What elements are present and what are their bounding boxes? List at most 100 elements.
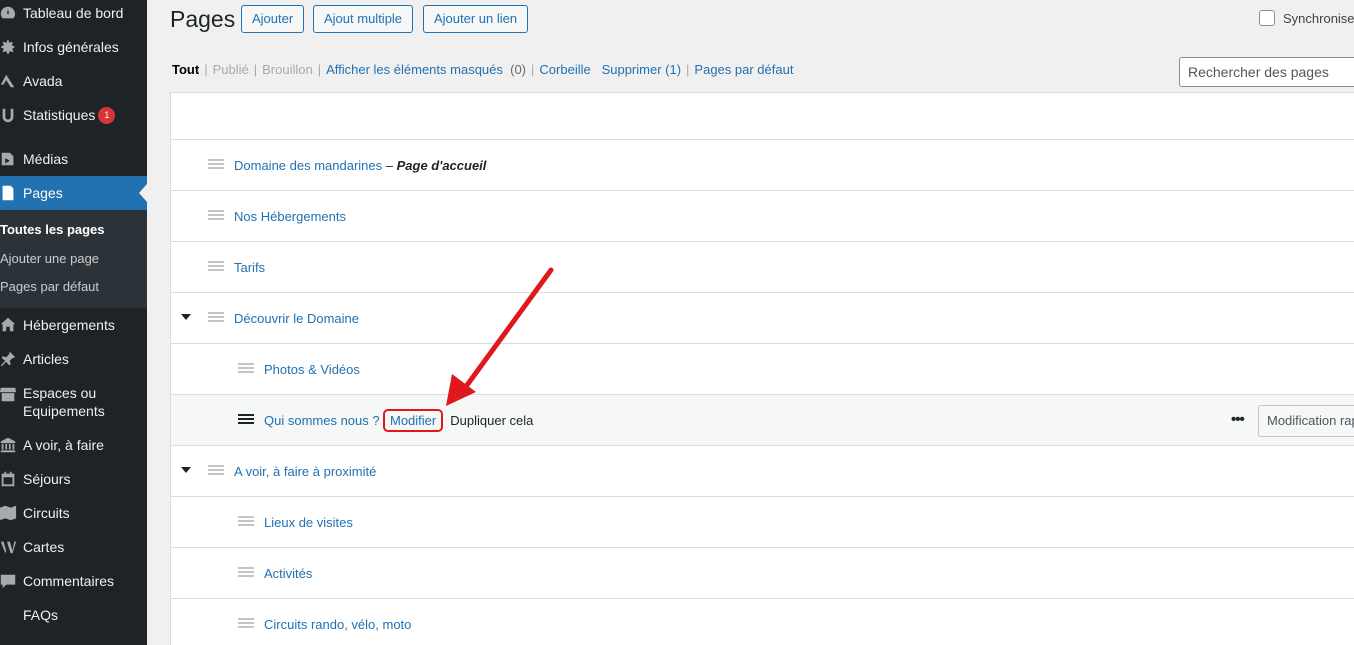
menu-label: FAQs: [23, 606, 59, 623]
drag-handle-icon[interactable]: [238, 414, 254, 424]
page-state: Page d'accueil: [396, 157, 487, 173]
drag-handle-icon[interactable]: [238, 618, 254, 628]
page-title-link[interactable]: Activités: [264, 566, 312, 581]
quick-edit-button[interactable]: Modification rapide: [1258, 405, 1354, 437]
drag-handle-icon[interactable]: [208, 312, 224, 322]
stats-icon: [0, 105, 18, 125]
menu-faqs[interactable]: FAQs: [0, 598, 147, 632]
page-title: Pages: [170, 6, 236, 32]
menu-label: Hébergements: [23, 316, 115, 333]
page-icon: [0, 183, 18, 203]
menu-sejours[interactable]: Séjours: [0, 462, 147, 496]
menu-infos-generales[interactable]: Infos générales: [0, 30, 147, 64]
filter-published[interactable]: Publié: [213, 62, 249, 77]
submenu-pages-par-defaut[interactable]: Pages par défaut: [0, 273, 147, 302]
table-row: Photos & Vidéos: [171, 344, 1354, 395]
menu-hebergements[interactable]: Hébergements: [0, 308, 147, 342]
notification-badge: 1: [98, 106, 116, 124]
home-icon: [0, 315, 18, 335]
table-row: Activités: [171, 548, 1354, 599]
table-row: A voir, à faire à proximité: [171, 446, 1354, 497]
store-icon: [0, 384, 18, 404]
page-title-link[interactable]: Photos & Vidéos: [264, 362, 360, 377]
menu-label: Commentaires: [23, 572, 115, 589]
drag-handle-icon[interactable]: [238, 567, 254, 577]
menu-avada[interactable]: Avada: [0, 64, 147, 98]
table-row: Circuits rando, vélo, moto: [171, 599, 1354, 645]
edit-link[interactable]: Modifier: [383, 408, 444, 432]
table-row: Nos Hébergements: [171, 191, 1354, 242]
admin-sidebar: Tableau de bord Infos générales Avada St…: [0, 0, 147, 645]
table-row: Domaine des mandarines – Page d'accueil: [171, 140, 1354, 191]
drag-handle-icon[interactable]: [208, 159, 224, 169]
menu-statistiques[interactable]: Statistiques 1: [0, 98, 147, 132]
pages-table: Domaine des mandarines – Page d'accueil …: [170, 92, 1354, 645]
filter-draft[interactable]: Brouillon: [262, 62, 313, 77]
menu-label: Cartes: [23, 538, 65, 555]
menu-label: Circuits: [23, 504, 70, 521]
page-title-link[interactable]: Qui sommes nous ?: [264, 413, 380, 428]
collapse-toggle-icon[interactable]: [181, 467, 191, 473]
menu-a-voir[interactable]: A voir, à faire: [0, 428, 147, 462]
menu-label: Médias: [23, 151, 69, 167]
sync-toggle[interactable]: Synchroniser: [1259, 10, 1354, 26]
submenu-ajouter-une-page[interactable]: Ajouter une page: [0, 245, 147, 274]
menu-commentaires[interactable]: Commentaires: [0, 564, 147, 598]
gear-icon: [0, 37, 18, 57]
calendar-icon: [0, 469, 18, 489]
page-title-link[interactable]: Domaine des mandarines – Page d'accueil: [234, 158, 486, 173]
menu-label: A voir, à faire: [23, 436, 104, 453]
more-actions-icon[interactable]: •••: [1231, 411, 1245, 428]
duplicate-link[interactable]: Dupliquer cela: [450, 413, 533, 428]
row-actions: Modifier Dupliquer cela: [383, 408, 533, 432]
menu-tableau-de-bord[interactable]: Tableau de bord: [0, 0, 147, 30]
filter-hidden[interactable]: Afficher les éléments masqués: [326, 62, 503, 77]
status-filters: Tout | Publié | Brouillon | Afficher les éléme…: [172, 62, 794, 77]
filter-delete[interactable]: Supprimer (1): [602, 62, 681, 77]
search-input[interactable]: [1179, 57, 1354, 87]
table-row: Lieux de visites: [171, 497, 1354, 548]
add-page-button[interactable]: Ajouter: [241, 5, 305, 33]
menu-espaces[interactable]: Espaces ou Equipements: [0, 376, 147, 428]
page-title-link[interactable]: Tarifs: [234, 260, 265, 275]
main-content: Pages Ajouter Ajout multiple Ajouter un …: [147, 0, 1354, 645]
sync-label: Synchroniser: [1283, 10, 1354, 26]
drag-handle-icon[interactable]: [238, 363, 254, 373]
drag-handle-icon[interactable]: [208, 261, 224, 271]
filter-trash[interactable]: Corbeille: [539, 62, 590, 77]
drag-handle-icon[interactable]: [208, 210, 224, 220]
pin-icon: [0, 349, 18, 369]
menu-label: Statistiques: [23, 107, 96, 123]
collapse-toggle-icon[interactable]: [181, 314, 191, 320]
drag-handle-icon[interactable]: [208, 465, 224, 475]
filter-all[interactable]: Tout: [172, 62, 199, 77]
faq-icon: [0, 605, 18, 625]
comment-icon: [0, 571, 18, 591]
page-title-link[interactable]: Découvrir le Domaine: [234, 311, 359, 326]
menu-label: Articles: [23, 350, 69, 367]
menu-circuits[interactable]: Circuits: [0, 496, 147, 530]
table-row-hovered: Qui sommes nous ? Modifier Dupliquer cel…: [171, 395, 1354, 446]
filter-hidden-count: (0): [510, 62, 527, 77]
menu-articles[interactable]: Articles: [0, 342, 147, 376]
page-title-link[interactable]: Circuits rando, vélo, moto: [264, 617, 411, 632]
page-title-link[interactable]: A voir, à faire à proximité: [234, 464, 376, 479]
menu-cartes[interactable]: Cartes: [0, 530, 147, 564]
add-link-button[interactable]: Ajouter un lien: [423, 5, 529, 33]
filter-default-pages[interactable]: Pages par défaut: [694, 62, 793, 77]
dashboard-icon: [0, 3, 18, 23]
menu-label: Infos générales: [23, 39, 119, 55]
bulk-add-button[interactable]: Ajout multiple: [313, 5, 414, 33]
menu-pages[interactable]: Pages: [0, 176, 147, 210]
page-title-link[interactable]: Nos Hébergements: [234, 209, 346, 224]
menu-medias[interactable]: Médias: [0, 142, 147, 176]
drag-handle-icon[interactable]: [238, 516, 254, 526]
bank-icon: [0, 435, 18, 455]
sync-checkbox[interactable]: [1259, 10, 1275, 26]
submenu-toutes-les-pages[interactable]: Toutes les pages: [0, 216, 147, 245]
menu-label: Tableau de bord: [23, 5, 124, 21]
map-icon: [0, 503, 18, 523]
menu-label: Avada: [23, 73, 63, 89]
page-title-link[interactable]: Lieux de visites: [264, 515, 353, 530]
wordpress-icon: [0, 537, 18, 557]
